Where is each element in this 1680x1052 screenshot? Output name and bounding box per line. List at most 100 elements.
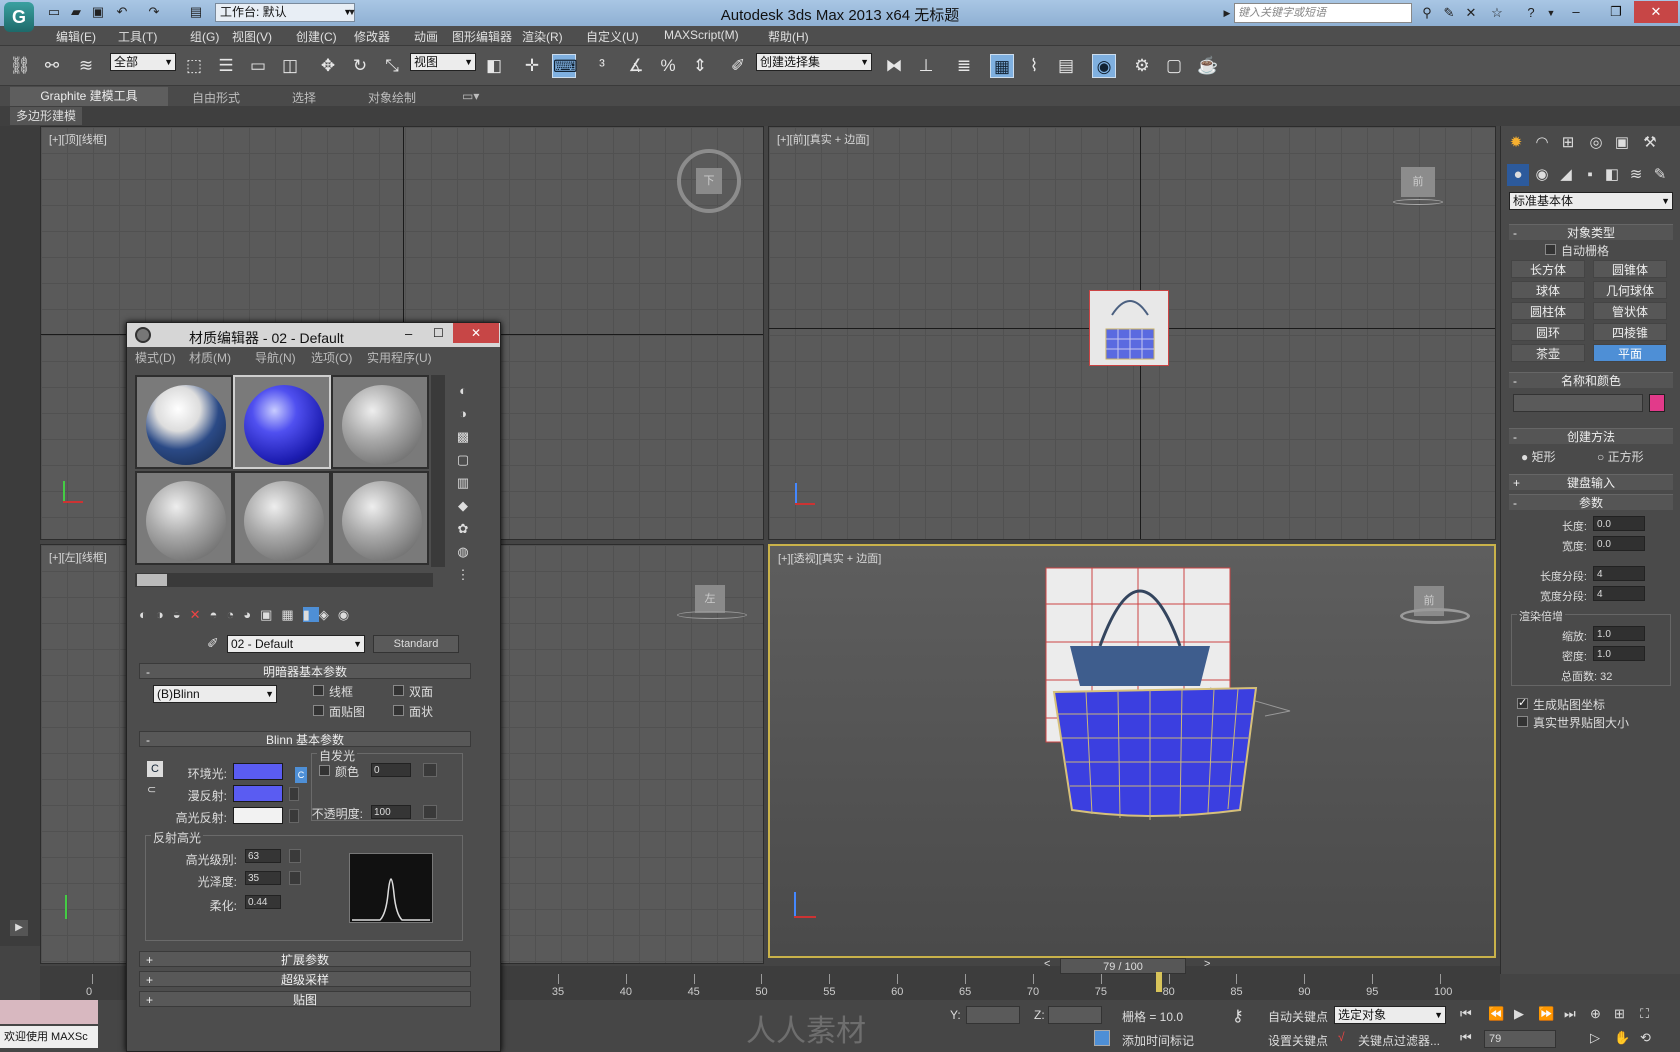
keyboard-shortcut-override-icon[interactable]: ⌨ (552, 54, 578, 78)
uv-tiling-icon[interactable]: ▢ (453, 448, 473, 471)
graphite-toggle-icon[interactable]: ▦ (990, 54, 1014, 78)
viewcube-front[interactable]: 前 (1401, 167, 1435, 197)
slots-vscrollbar[interactable] (431, 375, 445, 567)
systems-icon[interactable]: ✎ (1649, 164, 1671, 186)
help-icon[interactable]: ? (1522, 4, 1540, 22)
viewport-front-label[interactable]: [+][前][真实 + 边面] (777, 131, 869, 147)
material-nav-icon[interactable]: ⋮ (453, 563, 473, 586)
prev-frame-icon[interactable]: ⏪ (1488, 1006, 1504, 1022)
spec-level-spinner[interactable]: 63 (245, 849, 281, 863)
material-id-icon[interactable]: ◕ (243, 607, 260, 622)
zoom-extents-icon[interactable]: ⛶ (1640, 1006, 1649, 1022)
open-file-icon[interactable]: ▰ (68, 4, 84, 20)
sample-slot-4[interactable] (135, 471, 233, 565)
go-to-parent-icon[interactable]: ▮ (302, 607, 319, 622)
object-color-swatch[interactable] (1649, 394, 1665, 412)
select-by-name-icon[interactable]: ☰ (214, 54, 238, 78)
menu-item[interactable]: 渲染(R) (522, 28, 563, 45)
face-map-checkbox[interactable] (313, 705, 324, 716)
get-material-icon[interactable]: ◐ (139, 607, 156, 622)
lights-icon[interactable]: ◢ (1555, 164, 1577, 186)
tab-object-paint[interactable]: 对象绘制 (368, 89, 416, 106)
save-icon[interactable]: ▣ (90, 4, 106, 20)
modify-tab-icon[interactable]: ◠ (1531, 132, 1553, 154)
background-icon[interactable]: ▩ (453, 425, 473, 448)
y-coord-field[interactable] (966, 1006, 1020, 1024)
sample-slot-5[interactable] (233, 471, 331, 565)
object-type-button[interactable]: 茶壶 (1511, 344, 1585, 362)
fov-icon[interactable]: ▷ (1590, 1030, 1600, 1046)
scale-icon[interactable]: ⤡ (380, 54, 404, 78)
move-icon[interactable]: ✥ (316, 54, 340, 78)
material-editor-icon[interactable]: ◉ (1092, 54, 1116, 78)
ambient-color-swatch[interactable] (233, 763, 283, 780)
two-sided-checkbox[interactable] (393, 685, 404, 696)
hierarchy-tab-icon[interactable]: ⊞ (1557, 132, 1579, 154)
unlink-icon[interactable]: ⚯ (40, 54, 64, 78)
material-type-button[interactable]: Standard (373, 635, 459, 653)
menu-material[interactable]: 材质(M) (189, 349, 231, 366)
go-forward-sibling-icon[interactable]: ◈ (319, 607, 338, 622)
sample-type-icon[interactable]: ◐ (453, 379, 473, 402)
opacity-map-button[interactable] (423, 805, 437, 819)
help-dropdown-icon[interactable]: ▼ (1542, 4, 1560, 22)
density-spinner[interactable]: 1.0 (1593, 646, 1645, 661)
name-color-rollout[interactable]: - 名称和颜色 (1509, 372, 1673, 388)
viewport-left-label[interactable]: [+][左][线框] (49, 549, 107, 565)
gen-map-checkbox[interactable] (1517, 696, 1528, 709)
snaps-toggle-icon[interactable]: ³ (590, 54, 614, 78)
shapes-icon[interactable]: ◉ (1531, 164, 1553, 186)
backlight-icon[interactable]: ◑ (453, 402, 473, 425)
object-name-input[interactable] (1513, 394, 1643, 412)
binoculars-icon[interactable]: ⚲ (1418, 4, 1436, 22)
material-editor-titlebar[interactable]: 材质编辑器 - 02 - Default – ☐ ✕ (127, 323, 500, 347)
autokey-button[interactable]: 自动关键点 (1268, 1008, 1328, 1025)
menu-utilities[interactable]: 实用程序(U) (367, 349, 432, 366)
key-filters-button[interactable]: 关键点过滤器... (1358, 1032, 1440, 1049)
lock-diffuse-specular-icon[interactable]: C (295, 767, 307, 783)
category-dropdown[interactable]: 标准基本体 ▼ (1509, 192, 1673, 210)
menu-item[interactable]: 组(G) (190, 28, 219, 45)
menu-item[interactable]: 编辑(E) (56, 28, 96, 45)
schematic-view-icon[interactable]: ▤ (1054, 54, 1078, 78)
scroll-thumb[interactable] (137, 574, 167, 586)
key-filter-icon[interactable]: √ (1338, 1030, 1345, 1044)
soften-spinner[interactable]: 0.44 (245, 895, 281, 909)
current-frame-marker[interactable] (1156, 972, 1162, 992)
mirror-icon[interactable]: ⧓ (882, 54, 906, 78)
show-end-result-icon[interactable]: ▦ (281, 607, 302, 622)
zoom-icon[interactable]: ⊕ (1590, 1006, 1601, 1022)
material-name-field[interactable]: 02 - Default ▼ (227, 635, 365, 653)
put-to-scene-icon[interactable]: ◑ (156, 607, 173, 622)
extended-params-rollout[interactable]: + 扩展参数 (139, 951, 471, 967)
expand-arrow-icon[interactable]: ▶ (10, 920, 28, 936)
maximize-icon[interactable]: ☐ (433, 326, 444, 340)
autogrid-checkbox[interactable] (1545, 244, 1556, 255)
ribbon-options-icon[interactable]: ▭▾ (462, 89, 479, 103)
layer-manager-icon[interactable]: ≣ (952, 54, 976, 78)
menu-item[interactable]: 创建(C) (296, 28, 337, 45)
eyedropper-icon[interactable]: ✐ (207, 635, 219, 652)
helpers-icon[interactable]: ◧ (1601, 164, 1623, 186)
object-type-button[interactable]: 长方体 (1511, 260, 1585, 278)
ref-coord-dropdown[interactable]: 视图 ▼ (410, 53, 476, 71)
viewport-top-label[interactable]: [+][顶][线框] (49, 131, 107, 147)
selected-dropdown[interactable]: 选定对象 ▼ (1334, 1006, 1446, 1024)
pan-icon[interactable]: ✋ (1614, 1030, 1630, 1046)
make-unique-icon[interactable]: ◓ (209, 607, 226, 622)
self-illum-spinner[interactable]: 0 (371, 763, 411, 777)
object-type-button[interactable]: 圆锥体 (1593, 260, 1667, 278)
wire-checkbox[interactable] (313, 685, 324, 696)
align-icon[interactable]: ⊥ (914, 54, 938, 78)
viewport-front[interactable]: [+][前][真实 + 边面] 前 (768, 126, 1496, 540)
scale-spinner[interactable]: 1.0 (1593, 626, 1645, 641)
keyword-search-input[interactable]: 键入关键字或短语 (1234, 3, 1412, 23)
maps-rollout[interactable]: + 贴图 (139, 991, 471, 1007)
workspace-dropdown[interactable]: 工作台: 默认 ▼ (215, 3, 355, 22)
select-link-icon[interactable]: ⛓ (8, 54, 32, 78)
time-prev-icon[interactable]: < (1044, 958, 1050, 970)
supersampling-rollout[interactable]: + 超级采样 (139, 971, 471, 987)
length-segs-spinner[interactable]: 4 (1593, 566, 1645, 581)
faceted-checkbox[interactable] (393, 705, 404, 716)
specular-color-swatch[interactable] (233, 807, 283, 824)
